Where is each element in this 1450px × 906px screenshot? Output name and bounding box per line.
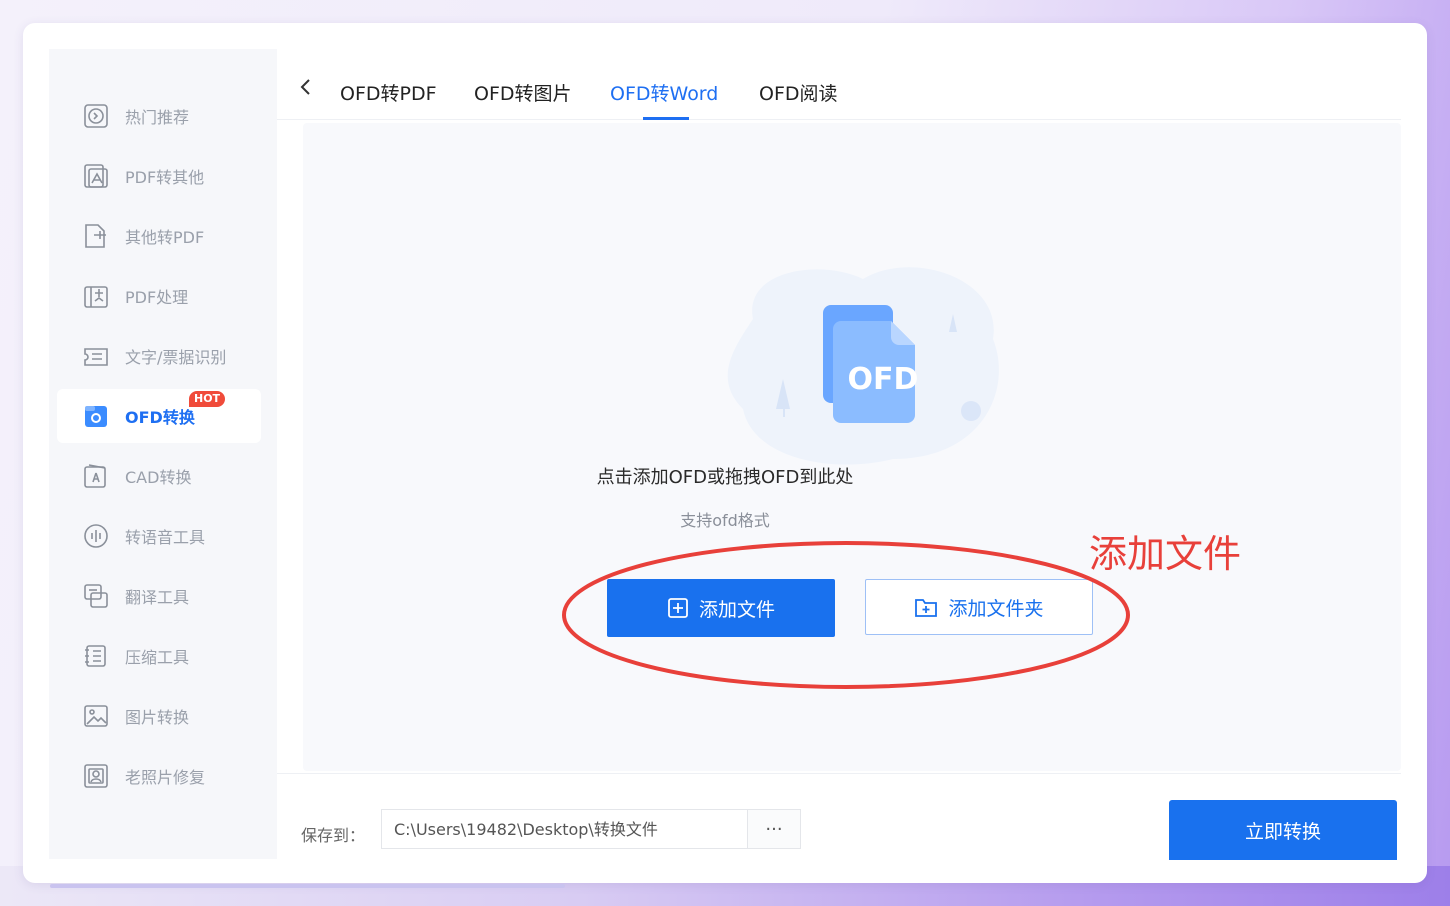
sidebar-item-other-to-pdf[interactable]: 其他转PDF <box>57 209 261 263</box>
sidebar-item-pdf-process[interactable]: PDF处理 <box>57 269 261 323</box>
sidebar-item-ofd-convert[interactable]: OFD转换 HOT <box>57 389 261 443</box>
sidebar-item-ocr[interactable]: 文字/票据识别 <box>57 329 261 383</box>
active-tab-indicator <box>643 117 689 120</box>
tab-ofd-reader[interactable]: OFD阅读 <box>759 79 838 106</box>
add-file-button[interactable]: 添加文件 <box>607 579 835 637</box>
footer-bar: 保存到： C:\Users\19482\Desktop\转换文件 ··· 立即转… <box>277 773 1401 860</box>
hot-recommend-icon <box>84 104 108 128</box>
sidebar-item-translate[interactable]: 翻译工具 <box>57 569 261 623</box>
save-to-label: 保存到： <box>301 826 366 845</box>
tab-bar: OFD转PDF OFD转图片 OFD转Word OFD阅读 <box>277 49 1401 120</box>
add-folder-icon <box>915 599 938 617</box>
sidebar-item-label: OFD转换 <box>125 408 195 427</box>
sidebar-item-photo-repair[interactable]: 老照片修复 <box>57 749 261 803</box>
sidebar-item-compress[interactable]: 压缩工具 <box>57 629 261 683</box>
translate-icon <box>84 584 108 608</box>
app-window: 热门推荐 PDF转其他 其他转PDF PDF处理 文字/票据识别 OFD转换 H… <box>23 23 1427 883</box>
add-file-icon <box>668 598 688 618</box>
ocr-icon <box>84 348 108 366</box>
sidebar-item-label: 热门推荐 <box>125 108 190 127</box>
sidebar-item-pdf-to-other[interactable]: PDF转其他 <box>57 149 261 203</box>
svg-text:OFD: OFD <box>848 362 919 397</box>
sidebar-item-label: PDF转其他 <box>125 168 205 187</box>
ofd-convert-icon <box>85 406 107 427</box>
compress-icon <box>85 645 106 667</box>
sidebar-item-hot[interactable]: 热门推荐 <box>57 89 261 143</box>
add-file-label: 添加文件 <box>698 599 775 621</box>
save-path-field[interactable]: C:\Users\19482\Desktop\转换文件 <box>381 809 747 849</box>
drop-hint: 点击添加OFD或拖拽OFD到此处 <box>596 467 854 488</box>
add-folder-button[interactable]: 添加文件夹 <box>865 579 1093 635</box>
sidebar-item-label: 其他转PDF <box>125 228 205 247</box>
other-to-pdf-icon <box>85 224 106 248</box>
sidebar-item-label: PDF处理 <box>125 288 189 307</box>
pdf-process-icon <box>84 286 108 308</box>
back-arrow-icon[interactable] <box>297 77 315 97</box>
sidebar-item-image-convert[interactable]: 图片转换 <box>57 689 261 743</box>
sidebar-item-label: 图片转换 <box>125 708 190 727</box>
tab-ofd-to-pdf[interactable]: OFD转PDF <box>340 79 437 106</box>
tab-ofd-to-word[interactable]: OFD转Word <box>610 79 718 106</box>
add-folder-label: 添加文件夹 <box>948 598 1044 620</box>
horizontal-scrollbar[interactable] <box>50 884 565 888</box>
hot-badge: HOT <box>189 391 226 407</box>
photo-repair-icon <box>84 764 108 788</box>
image-convert-icon <box>84 705 108 727</box>
convert-now-button[interactable]: 立即转换 <box>1169 800 1397 860</box>
sidebar: 热门推荐 PDF转其他 其他转PDF PDF处理 文字/票据识别 OFD转换 H… <box>49 49 277 859</box>
sidebar-item-label: 老照片修复 <box>125 768 206 787</box>
pdf-to-other-icon <box>84 164 108 188</box>
ofd-file-illustration: OFD <box>727 267 999 465</box>
sidebar-item-label: 压缩工具 <box>125 648 190 667</box>
annotation-label: 添加文件 <box>1089 532 1242 576</box>
browse-button[interactable]: ··· <box>747 809 801 849</box>
sidebar-item-label: 文字/票据识别 <box>125 348 227 367</box>
sidebar-item-label: 翻译工具 <box>125 588 190 607</box>
tab-ofd-to-image[interactable]: OFD转图片 <box>474 79 572 106</box>
